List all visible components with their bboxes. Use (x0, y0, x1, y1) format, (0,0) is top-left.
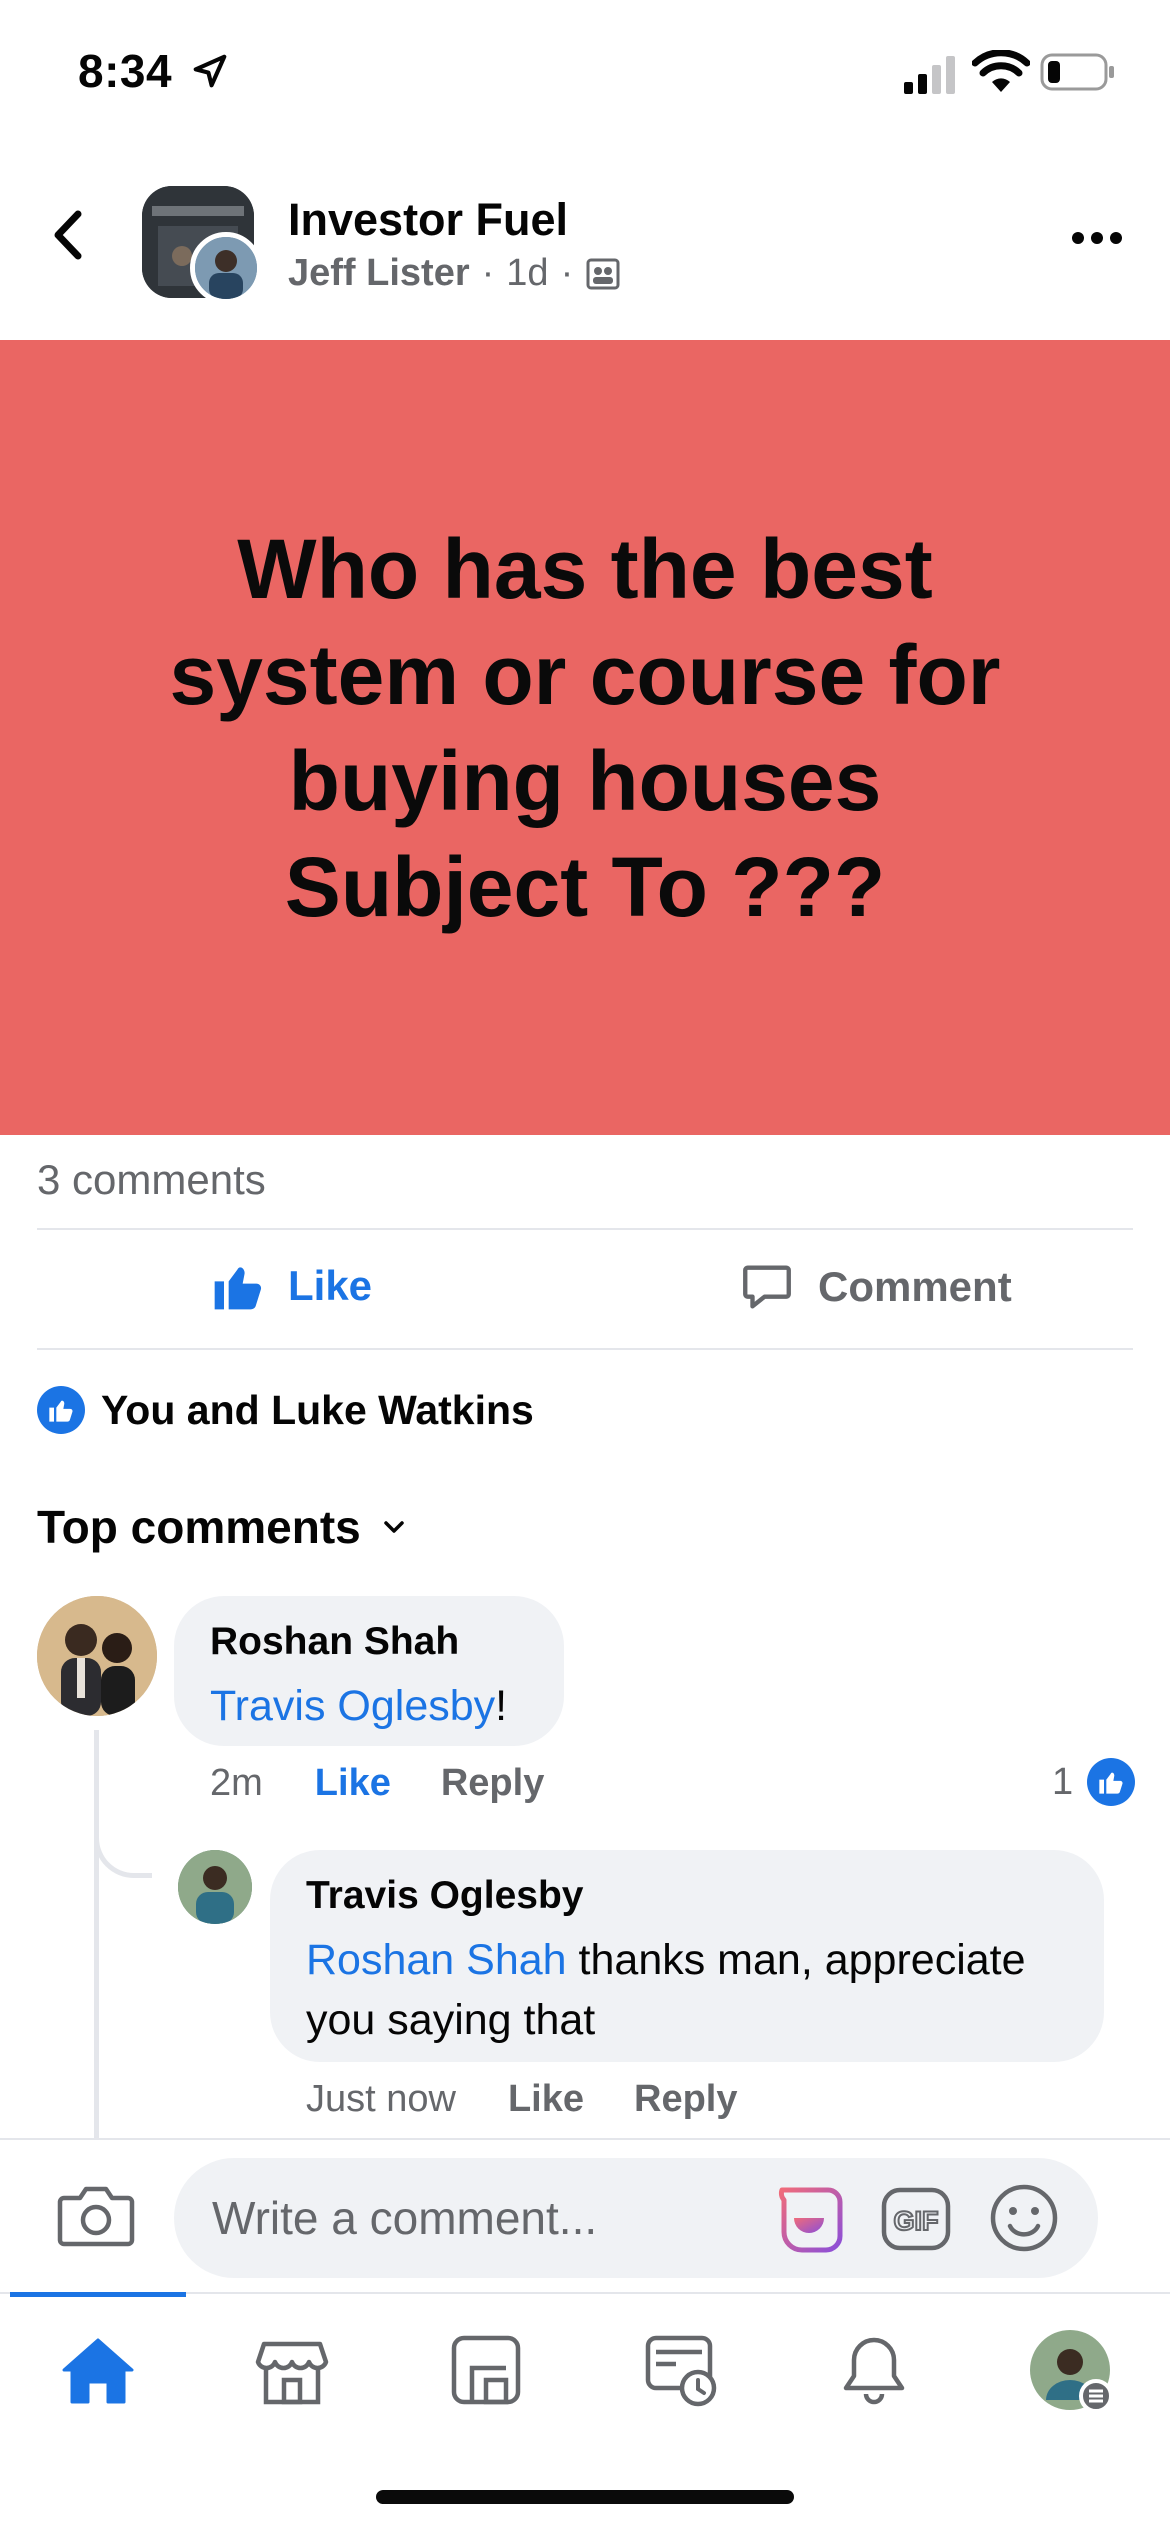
thumbs-up-icon (214, 1267, 262, 1310)
comment-body: ! (495, 1682, 508, 1730)
chevron-down-icon (383, 1521, 404, 1533)
wifi-icon (971, 49, 1031, 94)
comment-bubble[interactable]: Travis Oglesby Roshan Shah thanks man, a… (270, 1850, 1104, 2062)
comment-like-button[interactable]: Like (315, 1762, 391, 1805)
meta-separator: · (560, 252, 574, 294)
meta-separator: · (481, 252, 495, 294)
thread-line (94, 1730, 99, 2140)
avatar[interactable] (37, 1596, 157, 1716)
mention-link[interactable]: Travis Oglesby (210, 1682, 495, 1730)
camera-button[interactable] (56, 2180, 136, 2250)
post-card[interactable]: Who has the best system or course for bu… (0, 340, 1170, 1135)
smiley-icon (990, 2184, 1058, 2252)
comment-bubble[interactable]: Roshan Shah Travis Oglesby! (174, 1596, 564, 1746)
camera-icon (57, 2186, 135, 2247)
status-time-text: 8:34 (78, 45, 173, 97)
more-options-button[interactable] (1062, 218, 1132, 258)
tab-news[interactable] (642, 2330, 722, 2410)
comment-input[interactable]: Write a comment... (174, 2158, 1098, 2278)
reactions-summary[interactable]: You and Luke Watkins (37, 1386, 534, 1434)
active-tab-indicator (10, 2292, 186, 2297)
emoji-button[interactable] (988, 2182, 1060, 2254)
home-indicator[interactable] (376, 2490, 794, 2504)
reactions-text: You and Luke Watkins (101, 1386, 534, 1433)
like-reaction-icon (37, 1386, 85, 1434)
tab-notifications[interactable] (834, 2330, 914, 2410)
comment-reply-button[interactable]: Reply (441, 1762, 544, 1805)
profile-avatar-icon (1030, 2330, 1113, 2413)
feeds-clock-icon (645, 2335, 717, 2407)
gif-button[interactable]: GIF (880, 2186, 952, 2252)
like-count-text: 1 (1052, 1760, 1074, 1803)
battery-icon (1040, 52, 1116, 92)
comment-like-count[interactable]: 1 (1052, 1758, 1136, 1806)
divider (37, 1228, 1133, 1230)
chevron-left-icon (54, 210, 82, 260)
comment-text: Travis Oglesby! (210, 1676, 528, 1736)
comment-time: 2m (210, 1762, 263, 1804)
bell-icon (843, 2337, 905, 2405)
comment-text: Roshan Shah thanks man, appreciate you s… (306, 1930, 1068, 2050)
avatar-sticker-button[interactable] (772, 2182, 848, 2254)
comment-label: Comment (818, 1263, 1012, 1310)
comment-count[interactable]: 3 comments (37, 1156, 266, 1204)
tab-marketplace[interactable] (252, 2330, 332, 2410)
tab-profile-menu[interactable] (1028, 2328, 1114, 2414)
post-meta: Jeff Lister · 1d · (288, 252, 621, 295)
tab-home[interactable] (58, 2330, 138, 2410)
speech-bubble-icon (743, 1265, 791, 1309)
like-label: Like (288, 1262, 373, 1309)
comment-author[interactable]: Roshan Shah (210, 1620, 528, 1664)
post-text: Who has the best system or course for bu… (169, 521, 1001, 934)
comment-actions: 2m Like Reply (210, 1762, 544, 1805)
comment-time: Just now (306, 2078, 456, 2120)
post-author[interactable]: Jeff Lister (288, 252, 470, 295)
sort-label: Top comments (37, 1501, 361, 1553)
signal-icon (904, 54, 958, 94)
gif-icon: GIF (881, 2187, 951, 2251)
home-icon (62, 2338, 134, 2404)
comment-like-button[interactable]: Like (508, 2078, 584, 2121)
mention-link[interactable]: Roshan Shah (306, 1936, 567, 1984)
comment-input-placeholder: Write a comment... (212, 2192, 598, 2244)
avatar-sticker-icon (778, 2187, 843, 2253)
status-time: 8:34 (78, 44, 229, 98)
like-button[interactable]: Like (210, 1258, 372, 1314)
location-arrow-icon (194, 54, 227, 88)
group-privacy-icon (586, 258, 620, 289)
comment-author[interactable]: Travis Oglesby (306, 1874, 1068, 1918)
post-time[interactable]: 1d (506, 252, 548, 295)
group-name[interactable]: Investor Fuel (288, 194, 568, 246)
comment-actions: Just now Like Reply (306, 2078, 738, 2121)
like-reaction-icon (1087, 1758, 1136, 1806)
tab-groups[interactable] (446, 2330, 526, 2410)
groups-icon (451, 2335, 521, 2405)
author-avatar[interactable] (190, 232, 262, 304)
avatar[interactable] (178, 1850, 252, 1924)
comment-sort-dropdown[interactable]: Top comments (37, 1500, 409, 1554)
back-button[interactable] (40, 200, 100, 270)
thread-connector (94, 1800, 152, 1878)
svg-text:GIF: GIF (894, 2206, 939, 2236)
comment-reply-button[interactable]: Reply (634, 2078, 737, 2121)
comment-button[interactable]: Comment (738, 1258, 1012, 1316)
more-horizontal-icon (1072, 232, 1122, 244)
divider (37, 1348, 1133, 1350)
marketplace-icon (255, 2341, 329, 2405)
